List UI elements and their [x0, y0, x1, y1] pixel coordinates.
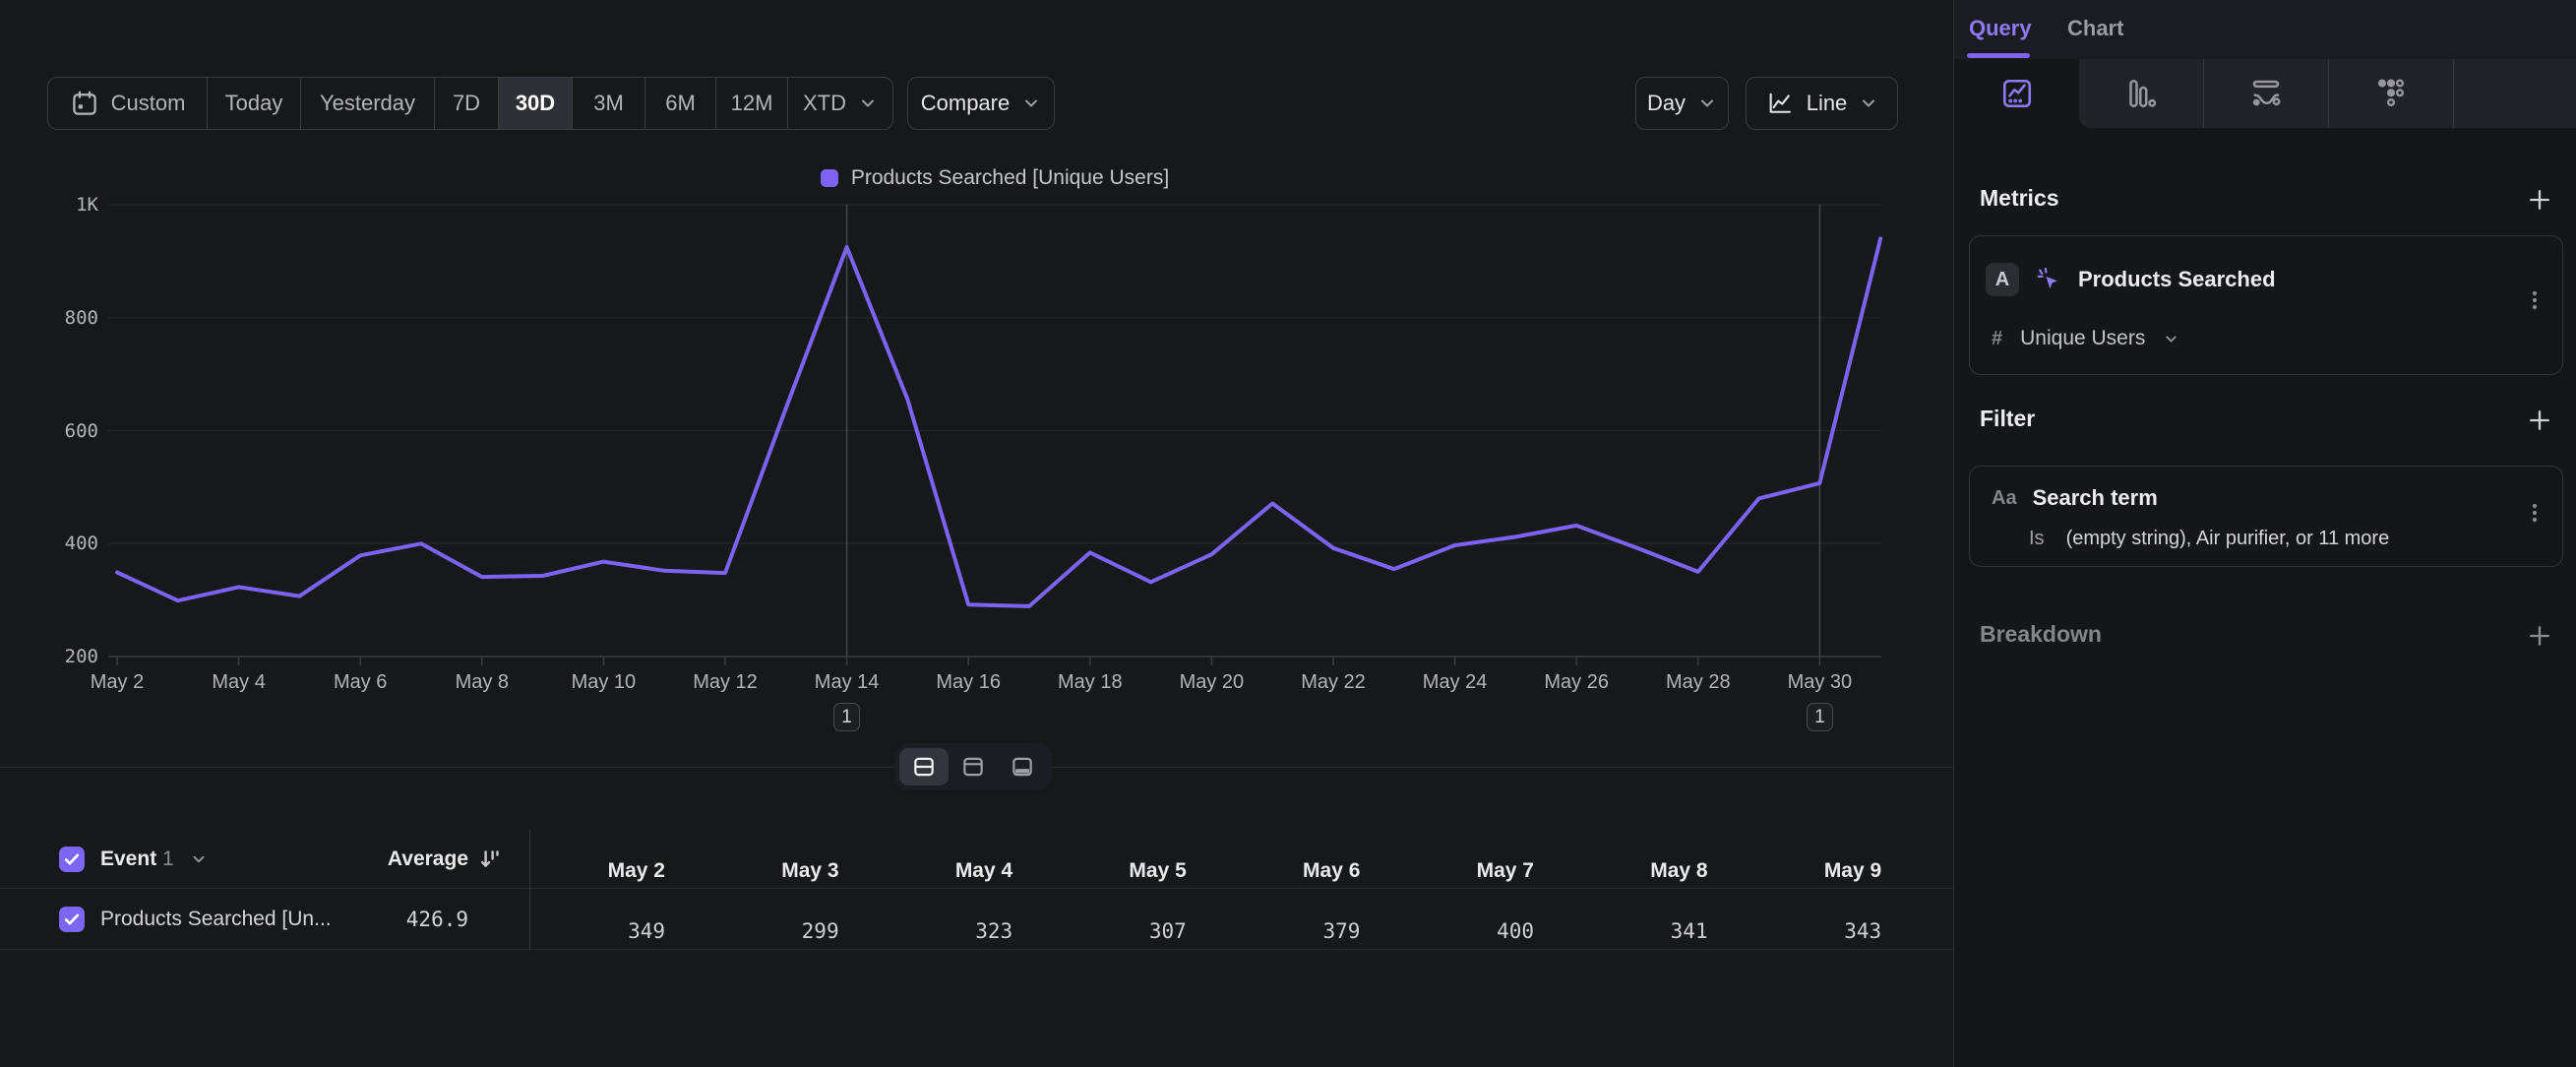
metric-name: Products Searched — [2078, 267, 2276, 292]
check-icon — [62, 849, 82, 869]
filter-value[interactable]: (empty string), Air purifier, or 11 more — [2066, 528, 2390, 550]
column-separator — [529, 830, 530, 951]
report-main: CustomTodayYesterday7D30D3M6M12MXTD Comp… — [0, 0, 1953, 1067]
tab-query[interactable]: Query — [1969, 16, 2032, 41]
x-axis-tick: May 22 — [1274, 671, 1392, 694]
filter-card[interactable]: Aa Search term Is (empty string), Air pu… — [1969, 466, 2563, 567]
panel-tab-bar: Query Chart — [1954, 0, 2576, 59]
query-panel: Query Chart Metrics A Products Searched … — [1953, 0, 2576, 1067]
value-cell: 343 — [1714, 919, 1881, 943]
value-cell: 400 — [1367, 919, 1534, 943]
y-axis-tick: 800 — [30, 307, 98, 329]
x-axis-tick: May 10 — [544, 671, 662, 694]
chart-only-view-icon — [958, 754, 988, 780]
summary-table: Event 1 Average May 2May 3May 4May 5May … — [0, 830, 1953, 950]
value-cell: 299 — [672, 919, 839, 943]
app-root: CustomTodayYesterday7D30D3M6M12MXTD Comp… — [0, 0, 2576, 1067]
value-cell: 323 — [845, 919, 1012, 943]
table-only-view-button[interactable] — [998, 748, 1047, 785]
x-axis-tick: May 8 — [423, 671, 541, 694]
annotation-badge[interactable]: 1 — [1807, 703, 1833, 731]
filter-property-name: Search term — [2033, 485, 2158, 511]
average-column-label[interactable]: Average — [388, 847, 468, 871]
x-axis-tick: May 26 — [1517, 671, 1635, 694]
split-view-icon — [909, 754, 939, 780]
metrics-heading: Metrics — [1980, 185, 2059, 212]
event-count: 1 — [162, 847, 174, 870]
x-axis-tick: May 6 — [301, 671, 419, 694]
report-type-tabs — [1954, 59, 2576, 128]
kebab-menu-icon[interactable] — [2523, 285, 2546, 315]
string-property-icon: Aa — [1992, 487, 2017, 510]
aggregation-selector[interactable]: Unique Users — [2020, 327, 2145, 350]
date-column-header[interactable]: May 2 — [498, 859, 665, 883]
filter-operator[interactable]: Is — [2029, 528, 2045, 550]
filter-heading: Filter — [1980, 406, 2035, 432]
y-axis-tick: 600 — [30, 420, 98, 442]
date-column-header[interactable]: May 3 — [672, 859, 839, 883]
flows-tab-icon — [2248, 76, 2284, 111]
chevron-down-icon[interactable] — [190, 850, 208, 868]
average-value: 426.9 — [406, 908, 468, 931]
insights-tab[interactable] — [1954, 59, 2079, 128]
value-cell: 341 — [1541, 919, 1708, 943]
table-row[interactable]: Products Searched [Un... 426.9 349299323… — [0, 889, 1953, 950]
date-column-header[interactable]: May 4 — [845, 859, 1012, 883]
x-axis-tick: May 30 — [1760, 671, 1878, 694]
split-view-button[interactable] — [899, 748, 949, 785]
add-filter-button[interactable] — [2525, 406, 2554, 435]
table-header-row: Event 1 Average May 2May 3May 4May 5May … — [0, 830, 1953, 889]
event-spark-cursor-icon — [2034, 265, 2063, 294]
y-axis-tick: 400 — [30, 533, 98, 554]
funnels-tab-icon — [2123, 76, 2159, 111]
active-tab-underline — [1967, 53, 2030, 58]
add-breakdown-button[interactable] — [2525, 621, 2554, 651]
y-axis-tick: 200 — [30, 646, 98, 667]
x-axis-tick: May 20 — [1152, 671, 1270, 694]
view-toggle — [894, 743, 1052, 790]
y-axis-tick: 1K — [30, 194, 98, 216]
aggregation-hash-glyph: # — [1992, 328, 2002, 350]
report-type-tabs-filler — [2454, 59, 2576, 128]
metric-card[interactable]: A Products Searched # Unique Users — [1969, 235, 2563, 375]
value-cell: 307 — [1019, 919, 1187, 943]
date-column-header[interactable]: May 9 — [1714, 859, 1881, 883]
chevron-down-icon[interactable] — [2163, 331, 2179, 347]
add-metric-button[interactable] — [2525, 185, 2554, 215]
x-axis-tick: May 2 — [58, 671, 176, 694]
value-cell: 379 — [1193, 919, 1360, 943]
x-axis-tick: May 4 — [180, 671, 298, 694]
breakdown-heading: Breakdown — [1980, 621, 2102, 648]
date-column-header[interactable]: May 6 — [1193, 859, 1360, 883]
line-chart[interactable] — [0, 0, 1953, 778]
chart-only-view-button[interactable] — [949, 748, 998, 785]
date-column-header[interactable]: May 7 — [1367, 859, 1534, 883]
date-column-header[interactable]: May 8 — [1541, 859, 1708, 883]
x-axis-tick: May 24 — [1396, 671, 1514, 694]
event-checkbox[interactable] — [59, 847, 85, 872]
check-icon — [62, 910, 82, 929]
date-column-header[interactable]: May 5 — [1019, 859, 1187, 883]
insights-tab-icon — [1999, 76, 2035, 111]
value-cell: 349 — [498, 919, 665, 943]
retention-tab-icon — [2373, 76, 2409, 111]
funnels-tab[interactable] — [2079, 59, 2204, 128]
x-axis-tick: May 14 — [788, 671, 906, 694]
x-axis-tick: May 18 — [1031, 671, 1149, 694]
metric-letter-badge: A — [1986, 263, 2019, 296]
annotation-badge[interactable]: 1 — [833, 703, 860, 731]
x-axis-tick: May 16 — [909, 671, 1027, 694]
event-column-label[interactable]: Event 1 — [100, 847, 174, 871]
flows-tab[interactable] — [2204, 59, 2329, 128]
x-axis-tick: May 12 — [666, 671, 784, 694]
retention-tab[interactable] — [2329, 59, 2454, 128]
tab-chart[interactable]: Chart — [2067, 16, 2123, 41]
table-only-view-icon — [1008, 754, 1037, 780]
series-checkbox[interactable] — [59, 907, 85, 932]
x-axis-tick: May 28 — [1639, 671, 1757, 694]
